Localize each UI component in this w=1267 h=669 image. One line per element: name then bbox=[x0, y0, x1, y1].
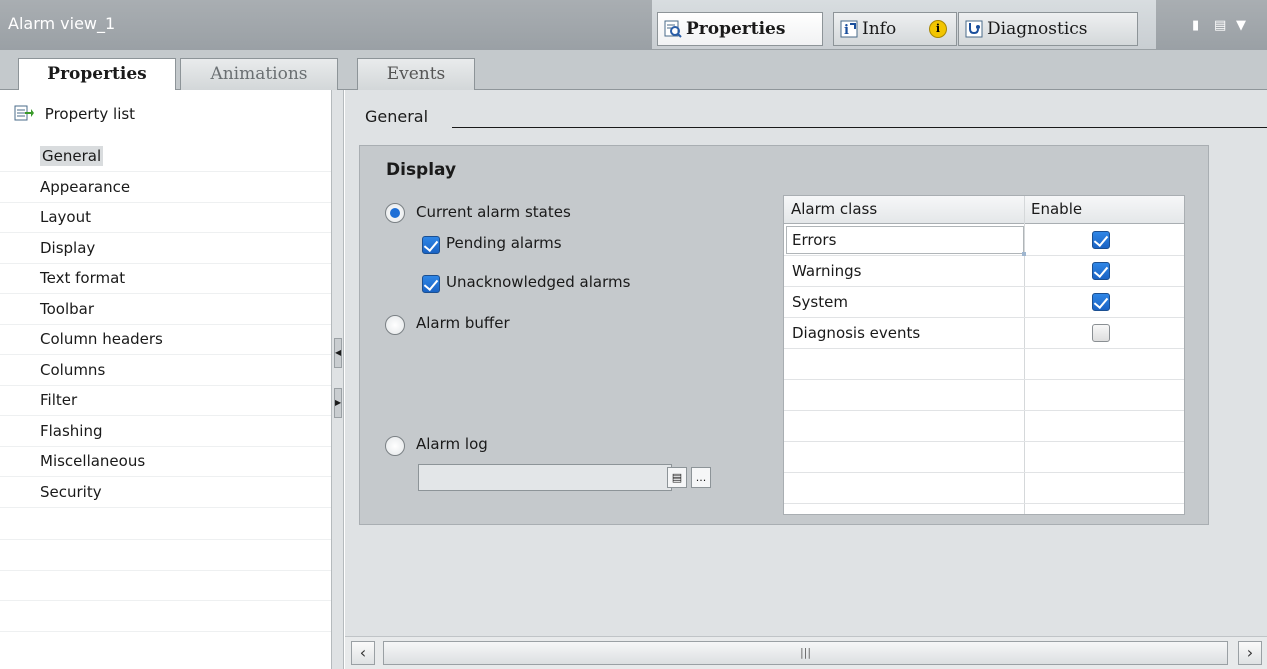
sidebar-item-label: Layout bbox=[40, 208, 91, 226]
window-controls-area: ▮ ▤ ▼ bbox=[1156, 0, 1267, 50]
display-group: Display Current alarm states Pending ala… bbox=[359, 145, 1209, 525]
diagnostics-icon bbox=[965, 20, 983, 38]
sidebar-item-text-format[interactable]: Text format bbox=[0, 264, 331, 294]
main-content: General Display Current alarm states Pen… bbox=[345, 90, 1267, 669]
sidebar-item-display[interactable]: Display bbox=[0, 234, 331, 264]
property-list-label: Property list bbox=[44, 105, 136, 123]
unacknowledged-alarms-label: Unacknowledged alarms bbox=[446, 273, 631, 291]
layout-icon[interactable]: ▤ bbox=[1214, 18, 1226, 33]
sidebar-item-label: General bbox=[40, 146, 104, 166]
sidebar-item-toolbar[interactable]: Toolbar bbox=[0, 295, 331, 325]
sidebar-item-layout[interactable]: Layout bbox=[0, 203, 331, 233]
alarm-log-label: Alarm log bbox=[416, 435, 488, 453]
checkbox-enable-errors[interactable] bbox=[1092, 231, 1110, 249]
tab-inner-properties[interactable]: Properties bbox=[18, 58, 176, 92]
property-list-panel: Property list General Appearance Layout … bbox=[0, 90, 332, 669]
sidebar-item-security[interactable]: Security bbox=[0, 478, 331, 508]
alarm-buffer-label: Alarm buffer bbox=[416, 314, 510, 332]
list-divider bbox=[0, 600, 331, 601]
tab-info-label: Info bbox=[862, 19, 897, 39]
column-header-enable[interactable]: Enable bbox=[1031, 200, 1082, 218]
table-header: Alarm class Enable bbox=[784, 196, 1184, 224]
alarm-class-name: Warnings bbox=[792, 262, 862, 280]
checkbox-enable-system[interactable] bbox=[1092, 293, 1110, 311]
section-title: General bbox=[365, 107, 429, 126]
alarm-class-name: Errors bbox=[792, 231, 837, 249]
tab-inner-events[interactable]: Events bbox=[357, 58, 475, 91]
list-divider bbox=[0, 570, 331, 571]
panel-splitter[interactable]: ◀ ▶ bbox=[332, 90, 344, 669]
tab-info[interactable]: i Info i bbox=[833, 12, 957, 46]
sidebar-item-columns[interactable]: Columns bbox=[0, 356, 331, 386]
info-icon: i bbox=[840, 20, 858, 38]
column-header-alarm-class[interactable]: Alarm class bbox=[791, 200, 877, 218]
sidebar-item-appearance[interactable]: Appearance bbox=[0, 173, 331, 203]
sidebar-item-column-headers[interactable]: Column headers bbox=[0, 325, 331, 355]
sidebar-item-flashing[interactable]: Flashing bbox=[0, 417, 331, 447]
tab-diagnostics-label: Diagnostics bbox=[987, 19, 1088, 39]
table-row-empty bbox=[784, 411, 1184, 442]
table-row-empty bbox=[784, 473, 1184, 504]
dropdown-icon[interactable]: ▼ bbox=[1236, 18, 1246, 33]
table-row[interactable]: Diagnosis events bbox=[784, 318, 1184, 349]
scrollbar-thumb[interactable]: ||| bbox=[383, 641, 1228, 665]
checkbox-unacknowledged-alarms[interactable] bbox=[422, 275, 440, 293]
expand-right-icon[interactable]: ▶ bbox=[334, 388, 342, 418]
sidebar-item-label: Display bbox=[40, 239, 96, 257]
properties-icon bbox=[664, 20, 682, 38]
table-row-empty bbox=[784, 380, 1184, 411]
section-divider bbox=[452, 127, 1267, 128]
checkbox-pending-alarms[interactable] bbox=[422, 236, 440, 254]
inner-tab-bar: Properties Animations Events bbox=[0, 50, 1267, 92]
table-row[interactable]: System bbox=[784, 287, 1184, 318]
table-row-empty bbox=[784, 442, 1184, 473]
restore-icon[interactable]: ▮ bbox=[1192, 18, 1199, 33]
sidebar-item-label: Security bbox=[40, 483, 102, 501]
sidebar-item-filter[interactable]: Filter bbox=[0, 386, 331, 416]
property-list-header[interactable]: Property list bbox=[14, 104, 135, 123]
display-group-title: Display bbox=[386, 160, 457, 180]
window-title: Alarm view_1 bbox=[0, 0, 652, 50]
radio-current-alarm-states[interactable] bbox=[385, 203, 405, 223]
sidebar-item-miscellaneous[interactable]: Miscellaneous bbox=[0, 447, 331, 477]
pending-alarms-label: Pending alarms bbox=[446, 234, 562, 252]
list-divider bbox=[0, 539, 331, 540]
tab-properties-label: Properties bbox=[686, 19, 786, 39]
horizontal-scrollbar[interactable]: ‹ ||| › bbox=[345, 636, 1267, 669]
alarm-class-table: Alarm class Enable Errors Warnings Syste… bbox=[783, 195, 1185, 515]
browse-button[interactable]: ... bbox=[691, 467, 711, 488]
checkbox-enable-warnings[interactable] bbox=[1092, 262, 1110, 280]
scroll-right-icon[interactable]: › bbox=[1238, 641, 1262, 665]
current-alarm-states-label: Current alarm states bbox=[416, 203, 571, 221]
sidebar-item-label: Text format bbox=[40, 269, 126, 287]
sidebar-item-general[interactable]: General bbox=[0, 142, 331, 172]
svg-text:i: i bbox=[844, 23, 849, 38]
checkbox-enable-diagnosis-events[interactable] bbox=[1092, 324, 1110, 342]
alarm-log-field[interactable] bbox=[418, 464, 672, 491]
sidebar-item-label: Appearance bbox=[40, 178, 131, 196]
alarm-class-name: Diagnosis events bbox=[792, 324, 921, 342]
sidebar-item-label: Flashing bbox=[40, 422, 103, 440]
table-row-empty bbox=[784, 349, 1184, 380]
tab-properties[interactable]: Properties bbox=[657, 12, 823, 46]
sidebar-item-label: Toolbar bbox=[40, 300, 95, 318]
sidebar-item-label: Columns bbox=[40, 361, 106, 379]
sidebar-item-label: Filter bbox=[40, 391, 78, 409]
scroll-left-icon[interactable]: ‹ bbox=[351, 641, 375, 665]
radio-alarm-buffer[interactable] bbox=[385, 315, 405, 335]
sidebar-item-label: Miscellaneous bbox=[40, 452, 146, 470]
table-row[interactable]: Errors bbox=[784, 225, 1184, 256]
tab-diagnostics[interactable]: Diagnostics bbox=[958, 12, 1138, 46]
collapse-left-icon[interactable]: ◀ bbox=[334, 338, 342, 368]
table-row[interactable]: Warnings bbox=[784, 256, 1184, 287]
radio-alarm-log[interactable] bbox=[385, 436, 405, 456]
window-header: Alarm view_1 ▮ ▤ ▼ Properties i Info i D… bbox=[0, 0, 1267, 50]
property-list-icon bbox=[14, 105, 34, 121]
tab-inner-animations[interactable]: Animations bbox=[180, 58, 338, 91]
alarm-class-name: System bbox=[792, 293, 848, 311]
info-badge-icon: i bbox=[929, 20, 947, 38]
list-divider bbox=[0, 631, 331, 632]
list-picker-icon[interactable]: ▤ bbox=[667, 467, 687, 488]
sidebar-item-label: Column headers bbox=[40, 330, 163, 348]
